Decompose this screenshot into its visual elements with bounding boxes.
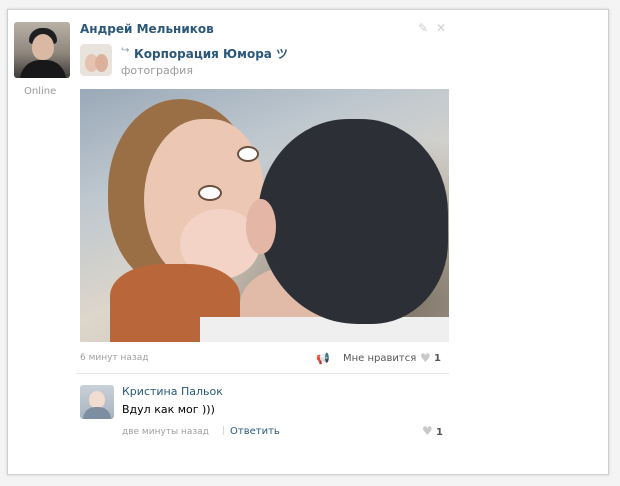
repost-icon: ↪ — [121, 45, 130, 56]
repost-source-link[interactable]: Корпорация Юмора ツ — [134, 45, 288, 62]
comment-text: Вдул как мог ))) — [122, 403, 215, 416]
divider — [76, 373, 449, 374]
close-icon[interactable]: ✕ — [436, 21, 446, 35]
author-name-link[interactable]: Андрей Мельников — [80, 22, 214, 36]
post-timestamp-link[interactable]: 6 минут назад — [80, 353, 148, 363]
reply-button[interactable]: Ответить — [230, 426, 280, 437]
share-icon[interactable]: 📢 — [316, 352, 330, 365]
comment-like-count: 1 — [436, 427, 443, 438]
comment-heart-icon[interactable]: ♥ — [422, 424, 433, 438]
comment-separator: | — [222, 426, 226, 436]
post-photo[interactable] — [80, 89, 449, 342]
repost-source-avatar[interactable] — [80, 44, 112, 76]
commenter-avatar[interactable] — [80, 385, 114, 419]
author-avatar[interactable] — [14, 22, 70, 78]
commenter-name-link[interactable]: Кристина Пальок — [122, 385, 223, 398]
comment-timestamp-link[interactable]: две минуты назад — [122, 427, 209, 437]
online-status: Online — [24, 86, 57, 97]
repost-type-label: фотография — [121, 64, 193, 77]
like-button[interactable]: Мне нравится — [343, 353, 416, 364]
edit-icon[interactable]: ✎ — [418, 21, 428, 35]
like-count: 1 — [434, 353, 441, 364]
heart-icon[interactable]: ♥ — [420, 351, 431, 365]
